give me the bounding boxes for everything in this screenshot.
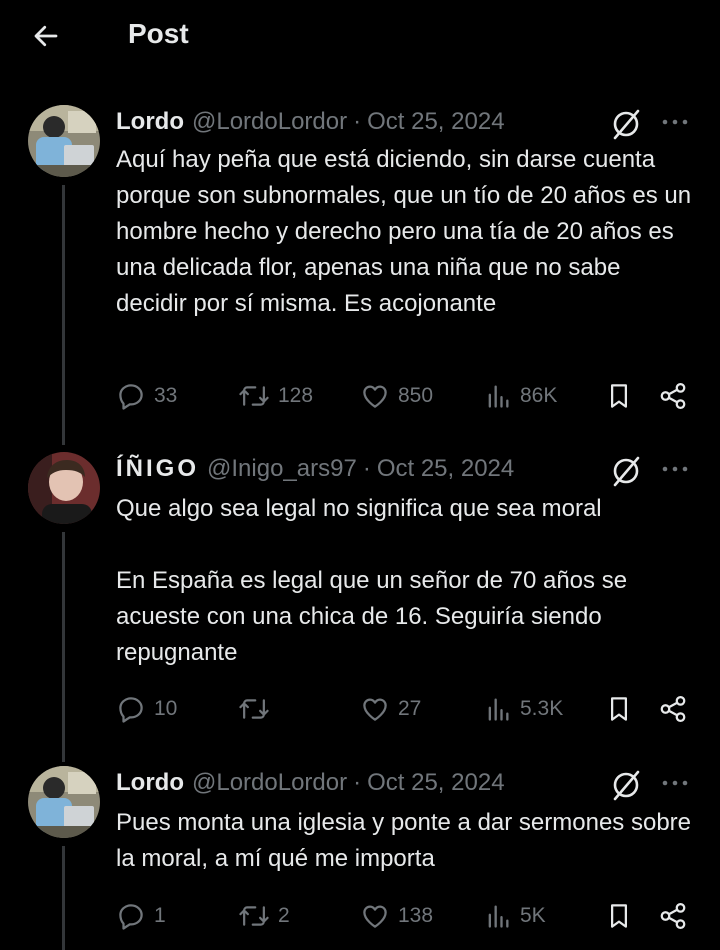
repost-icon [239, 386, 269, 406]
heart-icon [363, 905, 387, 928]
reply-count: 10 [154, 697, 178, 720]
views-icon [488, 905, 509, 928]
bookmark-button[interactable] [604, 376, 634, 416]
repost-button[interactable] [238, 689, 278, 729]
share-button[interactable] [658, 376, 688, 416]
repost-icon [239, 699, 269, 719]
repost-count: 128 [278, 384, 314, 407]
views-count: 5.3K [520, 697, 564, 720]
avatar[interactable] [28, 105, 100, 177]
views-button[interactable]: 5.3K [484, 689, 563, 729]
grok-icon[interactable] [608, 766, 644, 802]
post-date[interactable]: Oct 25, 2024 [377, 455, 514, 483]
more-icon[interactable] [658, 454, 692, 484]
post-actions: 33 128 850 86K [0, 376, 720, 416]
share-icon [660, 696, 686, 722]
author-name[interactable]: Lordo [116, 769, 184, 797]
post-date[interactable]: Oct 25, 2024 [367, 108, 504, 136]
like-count: 850 [398, 384, 434, 407]
top-bar: Post [0, 0, 720, 70]
views-icon [488, 698, 509, 721]
views-button[interactable]: 5K [484, 896, 546, 936]
post-date[interactable]: Oct 25, 2024 [367, 769, 504, 797]
post-actions: 10 27 5.3K [0, 689, 720, 729]
repost-button[interactable]: 128 [238, 376, 313, 416]
grok-icon[interactable] [608, 452, 644, 488]
views-count: 86K [520, 384, 558, 407]
bookmark-icon [611, 904, 627, 928]
like-button[interactable]: 850 [360, 376, 433, 416]
more-icon[interactable] [658, 107, 692, 137]
back-button[interactable] [26, 18, 66, 54]
share-icon [660, 903, 686, 929]
post-actions: 1 2 138 5K [0, 896, 720, 936]
avatar[interactable] [28, 452, 100, 524]
share-button[interactable] [658, 689, 688, 729]
repost-icon [239, 906, 269, 926]
like-button[interactable]: 27 [360, 689, 421, 729]
author-handle[interactable]: @Inigo_ars97 [207, 455, 357, 483]
bookmark-icon [611, 697, 627, 721]
bookmark-button[interactable] [604, 896, 634, 936]
share-button[interactable] [658, 896, 688, 936]
heart-icon [363, 385, 387, 408]
page-title: Post [128, 18, 189, 49]
reply-button[interactable]: 1 [116, 896, 166, 936]
post-text: Que algo sea legal no significa que sea … [116, 495, 628, 666]
reply-button[interactable]: 10 [116, 689, 177, 729]
reply-icon [119, 697, 143, 723]
author-name[interactable]: Lordo [116, 108, 184, 136]
heart-icon [363, 698, 387, 721]
like-count: 27 [398, 697, 422, 720]
repost-count: 2 [278, 904, 290, 927]
like-count: 138 [398, 904, 434, 927]
like-button[interactable]: 138 [360, 896, 433, 936]
views-icon [488, 385, 509, 408]
post-text: Aquí hay peña que está diciendo, sin dar… [116, 146, 692, 317]
post-text: Pues monta una iglesia y ponte a dar ser… [116, 809, 692, 872]
share-icon [660, 383, 686, 409]
views-button[interactable]: 86K [484, 376, 557, 416]
views-count: 5K [520, 904, 546, 927]
grok-icon[interactable] [608, 105, 644, 141]
reply-icon [119, 904, 143, 930]
avatar[interactable] [28, 766, 100, 838]
reply-icon [119, 384, 143, 410]
reply-button[interactable]: 33 [116, 376, 177, 416]
author-name[interactable]: ÍÑIGO [116, 455, 199, 483]
arrow-left-icon [34, 25, 58, 47]
bookmark-button[interactable] [604, 689, 634, 729]
repost-button[interactable]: 2 [238, 896, 290, 936]
more-icon[interactable] [658, 768, 692, 798]
author-handle[interactable]: @LordoLordor [192, 769, 347, 797]
reply-count: 33 [154, 384, 178, 407]
reply-count: 1 [154, 904, 166, 927]
author-handle[interactable]: @LordoLordor [192, 108, 347, 136]
bookmark-icon [611, 384, 627, 408]
